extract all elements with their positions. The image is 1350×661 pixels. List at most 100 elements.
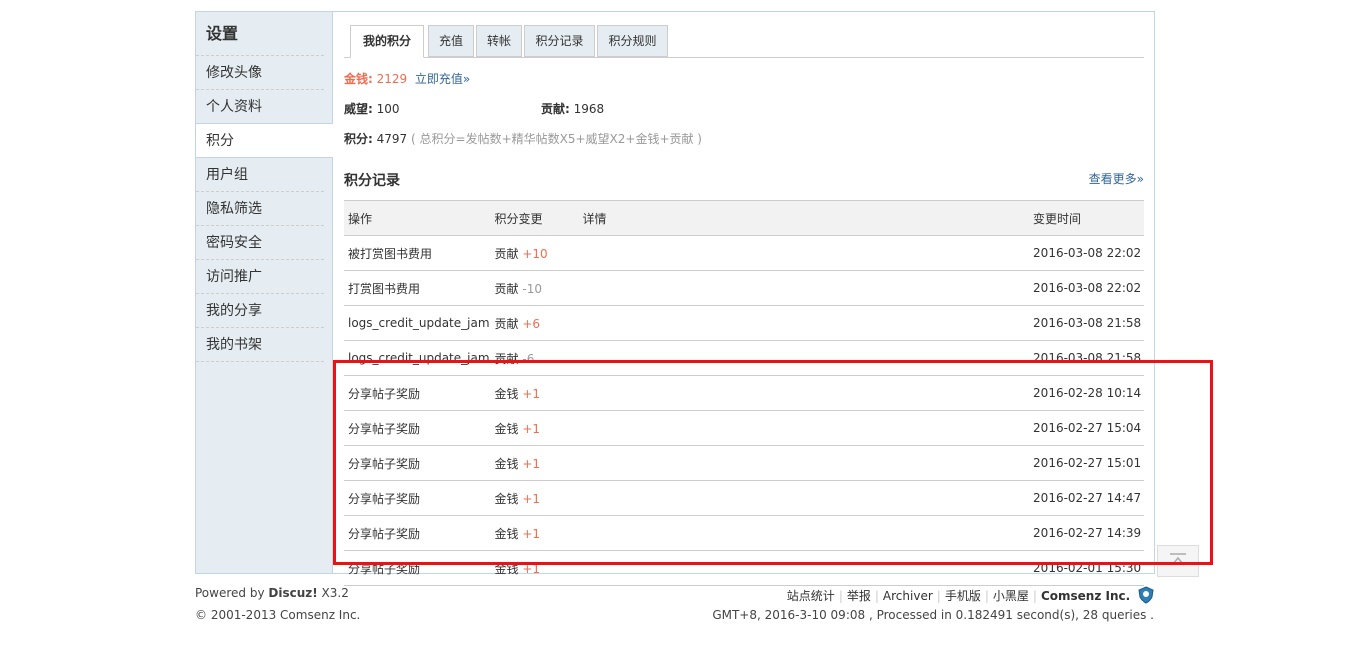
sidebar-item[interactable]: 隐私筛选 [196, 192, 324, 226]
copyright: © 2001-2013 Comsenz Inc. [195, 608, 361, 622]
row-change-type: 金钱 [494, 421, 519, 436]
sidebar-item[interactable]: 我的书架 [196, 328, 324, 362]
table-row: 分享帖子奖励 金钱 +1 2016-02-01 15:30 [344, 550, 1144, 586]
contribution-label: 贡献: [541, 102, 570, 116]
tab-transfer[interactable]: 转帐 [476, 25, 522, 57]
row-detail [578, 550, 1030, 586]
total-value: 4797 [376, 132, 408, 146]
row-change-value: -10 [522, 281, 542, 296]
credit-log-title: 积分记录 [344, 173, 400, 189]
row-change: 金钱 +1 [490, 410, 579, 446]
sidebar-menu: 修改头像 个人资料 积分 用户组 隐私筛选 密码安全 访问推广 我的分享 我的书架 [196, 56, 333, 362]
total-formula: ( 总积分=发帖数+精华帖数X5+威望X2+金钱+贡献 ) [411, 132, 702, 146]
row-detail [578, 340, 1030, 376]
row-change: 金钱 +1 [490, 375, 579, 411]
sidebar-item[interactable]: 修改头像 [196, 56, 324, 90]
sidebar-item[interactable]: 用户组 [196, 158, 324, 192]
footer-link-report[interactable]: 举报 [847, 589, 871, 603]
sidebar-item[interactable]: 访问推广 [196, 260, 324, 294]
row-action: logs_credit_update_jam [344, 340, 491, 376]
discuz-link[interactable]: Discuz! [268, 586, 317, 600]
security-shield-icon[interactable] [1138, 586, 1154, 607]
money-label: 金钱: [344, 72, 373, 86]
footer-link-stats[interactable]: 站点统计 [787, 589, 835, 603]
row-action: 分享帖子奖励 [344, 550, 491, 586]
row-detail [578, 270, 1030, 306]
sidebar-title: 设置 [196, 12, 324, 56]
money-line: 金钱: 2129 立即充值» [344, 70, 470, 87]
view-more-link[interactable]: 查看更多» [1089, 170, 1144, 187]
row-change-type: 金钱 [494, 561, 519, 576]
footer-link-mobile[interactable]: 手机版 [945, 589, 981, 603]
powered-by: Powered by Discuz! X3.2 [195, 586, 349, 600]
header-detail: 详情 [578, 200, 1030, 236]
back-to-top-button[interactable] [1157, 545, 1199, 577]
row-change: 贡献 +10 [490, 235, 579, 271]
row-change-type: 贡献 [494, 351, 519, 366]
row-change-value: -6 [522, 351, 535, 366]
row-change: 金钱 +1 [490, 550, 579, 586]
row-time: 2016-03-08 22:02 [1029, 235, 1144, 271]
tab-my-credits[interactable]: 我的积分 [350, 25, 424, 58]
powered-prefix: Powered by [195, 586, 269, 600]
sidebar-item[interactable]: 密码安全 [196, 226, 324, 260]
row-detail [578, 515, 1030, 551]
powered-version: X3.2 [317, 586, 349, 600]
table-row: 分享帖子奖励 金钱 +1 2016-02-27 14:47 [344, 480, 1144, 516]
row-change-type: 金钱 [494, 386, 519, 401]
row-detail [578, 445, 1030, 481]
prestige-label: 威望: [344, 102, 373, 116]
settings-sidebar: 设置 修改头像 个人资料 积分 用户组 隐私筛选 密码安全 访问推广 我的分享 我的书架 [196, 12, 333, 573]
page-container: 设置 修改头像 个人资料 积分 用户组 隐私筛选 密码安全 访问推广 我的分享 我的书架 我的积… [195, 11, 1155, 586]
sidebar-item[interactable]: 我的分享 [196, 294, 324, 328]
row-change: 贡献 -10 [490, 270, 579, 306]
tab-credit-rules[interactable]: 积分规则 [597, 25, 668, 57]
row-time: 2016-02-27 15:04 [1029, 410, 1144, 446]
row-action: 打赏图书费用 [344, 270, 491, 306]
header-change: 积分变更 [490, 200, 579, 236]
row-time: 2016-03-08 21:58 [1029, 305, 1144, 341]
row-time: 2016-02-01 15:30 [1029, 550, 1144, 586]
row-change: 贡献 +6 [490, 305, 579, 341]
row-time: 2016-02-27 14:39 [1029, 515, 1144, 551]
row-change-value: +10 [522, 246, 548, 261]
row-detail [578, 305, 1030, 341]
credit-tabs: 我的积分 充值 转帐 积分记录 积分规则 [344, 25, 1144, 58]
row-change-value: +1 [522, 526, 541, 541]
footer-link-blackroom[interactable]: 小黑屋 [993, 589, 1029, 603]
sidebar-item[interactable]: 个人资料 [196, 90, 324, 124]
row-time: 2016-02-27 14:47 [1029, 480, 1144, 516]
tab-credit-log[interactable]: 积分记录 [524, 25, 595, 57]
row-action: logs_credit_update_jam [344, 305, 491, 341]
row-action: 分享帖子奖励 [344, 375, 491, 411]
table-row: 分享帖子奖励 金钱 +1 2016-02-28 10:14 [344, 375, 1144, 411]
table-header-row: 操作 积分变更 详情 变更时间 [344, 200, 1144, 236]
sidebar-item[interactable]: 积分 [196, 123, 333, 158]
credit-log-body: 被打赏图书费用 贡献 +10 2016-03-08 22:02 打赏图书费用 贡献 -1… [344, 235, 1144, 586]
table-row: 分享帖子奖励 金钱 +1 2016-02-27 15:01 [344, 445, 1144, 481]
tab-recharge[interactable]: 充值 [428, 25, 474, 57]
row-action: 分享帖子奖励 [344, 515, 491, 551]
row-change-type: 金钱 [494, 526, 519, 541]
prestige-line: 威望: 100 [344, 100, 400, 117]
row-change-type: 贡献 [494, 246, 519, 261]
footer-link-archiver[interactable]: Archiver [883, 589, 933, 603]
row-change: 金钱 +1 [490, 445, 579, 481]
row-detail [578, 480, 1030, 516]
recharge-link[interactable]: 立即充值» [415, 72, 470, 86]
row-time: 2016-03-08 22:02 [1029, 270, 1144, 306]
row-detail [578, 235, 1030, 271]
row-change-type: 金钱 [494, 456, 519, 471]
table-row: 被打赏图书费用 贡献 +10 2016-03-08 22:02 [344, 235, 1144, 271]
row-action: 被打赏图书费用 [344, 235, 491, 271]
footer-link-company[interactable]: Comsenz Inc. [1041, 589, 1130, 603]
row-change: 贡献 -6 [490, 340, 579, 376]
money-value: 2129 [376, 72, 408, 86]
contribution-line: 贡献: 1968 [541, 100, 604, 117]
row-action: 分享帖子奖励 [344, 410, 491, 446]
row-time: 2016-02-28 10:14 [1029, 375, 1144, 411]
row-action: 分享帖子奖励 [344, 480, 491, 516]
credit-log-table: 操作 积分变更 详情 变更时间 被打赏图书费用 贡献 +10 2016-03-08 … [344, 200, 1144, 586]
footer-stats: GMT+8, 2016-3-10 09:08 , Processed in 0.… [712, 608, 1154, 622]
row-change-value: +1 [522, 561, 541, 576]
